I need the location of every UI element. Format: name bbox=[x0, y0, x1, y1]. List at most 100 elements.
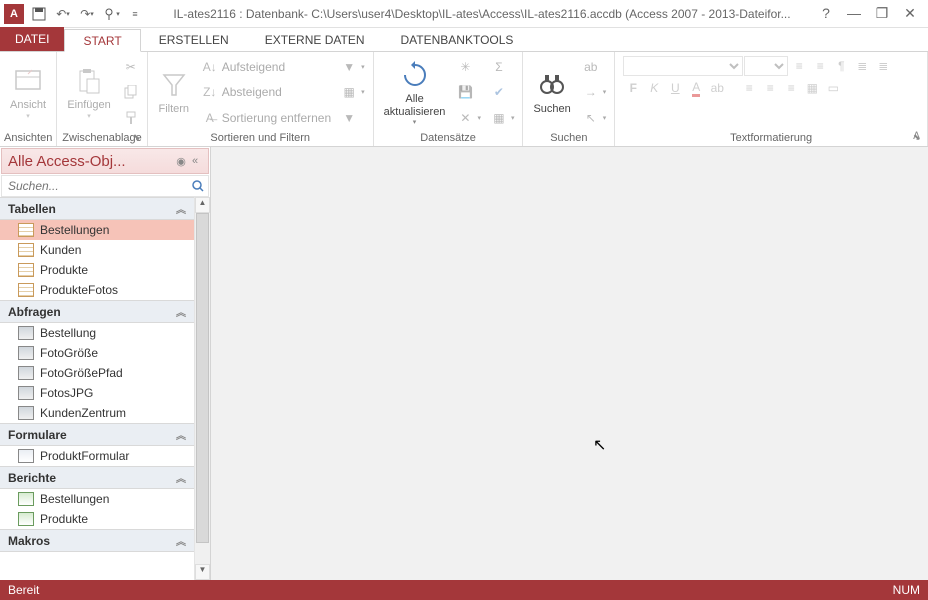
nav-item-kunden-table[interactable]: Kunden bbox=[0, 240, 194, 260]
chevron-up-icon[interactable]: ︽ bbox=[176, 470, 186, 485]
nav-item-produkte-table[interactable]: Produkte bbox=[0, 260, 194, 280]
paste-icon bbox=[73, 65, 105, 97]
section-label: Berichte bbox=[8, 471, 176, 485]
nav-item-bestellung-query[interactable]: Bestellung bbox=[0, 323, 194, 343]
ansicht-button: Ansicht ▾ bbox=[4, 54, 52, 131]
window-title: IL-ates2116 : Datenbank- C:\Users\user4\… bbox=[146, 7, 818, 21]
rechtschreib-button: ✔ bbox=[487, 81, 519, 103]
nav-item-produkte-report[interactable]: Produkte bbox=[0, 509, 194, 529]
chevron-up-icon[interactable]: ︽ bbox=[176, 427, 186, 442]
nav-item-bestellungen-report[interactable]: Bestellungen bbox=[0, 489, 194, 509]
weitere-button: ▦▾ bbox=[487, 107, 519, 129]
query-icon bbox=[18, 366, 34, 380]
group-textformatierung: ≡ ≡ ¶ ≣ ≣ F K U A ab ≡ ≡ ≡ ▦ ▭ Textforma… bbox=[615, 52, 928, 146]
section-makros[interactable]: Makros︽ bbox=[0, 529, 194, 552]
sortierung-entfernen-button: A̶Sortierung entfernen bbox=[198, 107, 335, 129]
tab-externe-daten[interactable]: EXTERNE DATEN bbox=[247, 28, 383, 51]
scroll-up-icon[interactable]: ▲ bbox=[195, 197, 210, 213]
nav-item-fotogroesse-query[interactable]: FotoGröße bbox=[0, 343, 194, 363]
scroll-down-icon[interactable]: ▼ bbox=[195, 564, 210, 580]
help-icon[interactable]: ? bbox=[818, 5, 834, 22]
close-icon[interactable]: ✕ bbox=[902, 5, 918, 22]
nav-header[interactable]: Alle Access-Obj... ◉ « bbox=[1, 148, 209, 174]
nav-menu-icon[interactable]: ◉ bbox=[174, 155, 188, 168]
restore-icon[interactable]: ❐ bbox=[874, 5, 890, 22]
scroll-track[interactable] bbox=[195, 213, 210, 564]
status-left: Bereit bbox=[8, 583, 893, 597]
toggle-filter-button: ▼ bbox=[337, 107, 369, 129]
tab-datenbank-tools[interactable]: DATENBANKTOOLS bbox=[383, 28, 532, 51]
section-label: Formulare bbox=[8, 428, 176, 442]
selection-filter-button: ▼▾ bbox=[337, 56, 369, 78]
nav-header-title: Alle Access-Obj... bbox=[8, 153, 174, 170]
search-icon[interactable] bbox=[188, 176, 208, 196]
underline-icon: U bbox=[665, 78, 685, 98]
chevron-up-icon[interactable]: ︽ bbox=[176, 533, 186, 548]
table-icon bbox=[18, 243, 34, 257]
clear-sort-icon: A̶ bbox=[202, 110, 218, 126]
redo-icon[interactable]: ↷▾ bbox=[76, 3, 98, 25]
save-icon[interactable] bbox=[28, 3, 50, 25]
group-datensaetze: Alle aktualisieren ▾ ✳ 💾 ✕▾ Σ ✔ ▦▾ Daten… bbox=[374, 52, 524, 146]
report-icon bbox=[18, 492, 34, 506]
advanced-filter-button: ▦▾ bbox=[337, 81, 369, 103]
group-label-zwischenablage: Zwischenablage bbox=[61, 131, 142, 146]
query-icon bbox=[18, 346, 34, 360]
section-formulare[interactable]: Formulare︽ bbox=[0, 423, 194, 446]
nav-item-fotosjpg-query[interactable]: FotosJPG bbox=[0, 383, 194, 403]
group-label-sortfilter: Sortieren und Filtern bbox=[152, 131, 369, 146]
font-family-combo bbox=[623, 56, 743, 76]
goto-icon: → bbox=[583, 84, 599, 100]
font-color-icon: A bbox=[686, 78, 706, 98]
group-label-ansichten: Ansichten bbox=[4, 131, 52, 146]
section-abfragen[interactable]: Abfragen︽ bbox=[0, 300, 194, 323]
copy-icon bbox=[123, 84, 139, 100]
nav-item-produktformular-form[interactable]: ProduktFormular bbox=[0, 446, 194, 466]
table-icon bbox=[18, 223, 34, 237]
gehezu-button: →▾ bbox=[579, 81, 611, 103]
nav-item-label: ProdukteFotos bbox=[40, 283, 118, 297]
collapse-ribbon-icon[interactable]: ᐱ bbox=[913, 131, 920, 142]
nav-scrollbar[interactable]: ▲ ▼ bbox=[194, 197, 210, 580]
nav-item-label: ProduktFormular bbox=[40, 449, 129, 463]
section-label: Tabellen bbox=[8, 202, 176, 216]
filter-sel-icon: ▼ bbox=[341, 59, 357, 75]
suchen-button[interactable]: Suchen bbox=[527, 54, 576, 131]
absteigend-label: Absteigend bbox=[222, 85, 282, 99]
query-icon bbox=[18, 326, 34, 340]
tab-erstellen[interactable]: ERSTELLEN bbox=[141, 28, 247, 51]
nav-item-label: Bestellungen bbox=[40, 223, 109, 237]
tab-file[interactable]: DATEI bbox=[0, 27, 64, 51]
alle-akt-label: Alle aktualisieren bbox=[384, 93, 446, 117]
status-numlock: NUM bbox=[893, 583, 920, 597]
chevron-up-icon[interactable]: ︽ bbox=[176, 304, 186, 319]
scroll-thumb[interactable] bbox=[196, 213, 209, 543]
minimize-icon[interactable]: — bbox=[846, 5, 862, 22]
tab-start[interactable]: START bbox=[64, 29, 140, 52]
einfuegen-button: Einfügen ▾ bbox=[61, 54, 116, 131]
italic-icon: K bbox=[644, 78, 664, 98]
section-tabellen[interactable]: Tabellen︽ bbox=[0, 197, 194, 220]
save-record-icon: 💾 bbox=[457, 84, 473, 100]
nav-collapse-icon[interactable]: « bbox=[188, 155, 202, 167]
sort-asc-icon: A↓ bbox=[202, 59, 218, 75]
nav-item-kundenzentrum-query[interactable]: KundenZentrum bbox=[0, 403, 194, 423]
binoculars-icon bbox=[536, 69, 568, 101]
clipboard-launcher-icon[interactable]: ⬊ bbox=[133, 132, 145, 144]
summen-button: Σ bbox=[487, 56, 519, 78]
nav-item-fotogroessepfad-query[interactable]: FotoGrößePfad bbox=[0, 363, 194, 383]
nav-item-bestellungen-table[interactable]: Bestellungen bbox=[0, 220, 194, 240]
undo-icon[interactable]: ↶▾ bbox=[52, 3, 74, 25]
alle-aktualisieren-button[interactable]: Alle aktualisieren ▾ bbox=[378, 54, 452, 131]
qat-customize-icon[interactable]: ≡ bbox=[124, 3, 146, 25]
filter-toggle-icon: ▼ bbox=[341, 110, 357, 126]
touch-mode-icon[interactable]: ▾ bbox=[100, 3, 122, 25]
mouse-cursor-icon: ↖ bbox=[593, 435, 606, 455]
section-berichte[interactable]: Berichte︽ bbox=[0, 466, 194, 489]
nav-item-produktefotos-table[interactable]: ProdukteFotos bbox=[0, 280, 194, 300]
content-area: Alle Access-Obj... ◉ « Tabellen︽ Bestell… bbox=[0, 147, 928, 580]
speichern-button: 💾 bbox=[453, 81, 485, 103]
chevron-up-icon[interactable]: ︽ bbox=[176, 201, 186, 216]
filtern-label: Filtern bbox=[158, 103, 189, 115]
nav-search-input[interactable] bbox=[2, 176, 188, 196]
